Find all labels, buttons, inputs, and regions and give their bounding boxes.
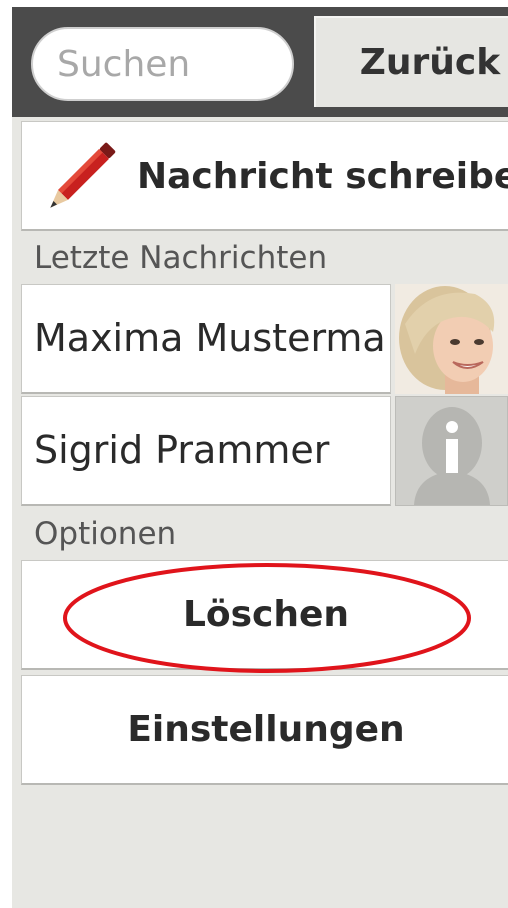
- back-button[interactable]: Zurück: [314, 16, 508, 107]
- search-input[interactable]: [31, 27, 294, 101]
- compose-label: Nachricht schreiben: [137, 155, 508, 197]
- options-heading: Optionen: [34, 516, 177, 552]
- woman-photo-icon: [395, 284, 508, 394]
- recent-messages-heading: Letzte Nachrichten: [34, 240, 328, 276]
- person-silhouette-icon: [396, 397, 507, 505]
- pencil-icon: [50, 142, 116, 208]
- compose-message-button[interactable]: Nachricht schreiben: [21, 121, 508, 231]
- contact-name: Sigrid Prammer: [34, 428, 330, 472]
- contact-photo[interactable]: [395, 284, 508, 394]
- contact-row[interactable]: Sigrid Prammer: [21, 396, 391, 506]
- default-person-icon[interactable]: [395, 396, 508, 506]
- contact-row[interactable]: Maxima Musterma: [21, 284, 391, 394]
- top-bar: Zurück: [12, 7, 508, 117]
- settings-button[interactable]: Einstellungen: [21, 675, 508, 785]
- app-screen: Zurück Nachricht schreiben Letzte Nachri…: [12, 7, 508, 908]
- contact-name: Maxima Musterma: [34, 316, 386, 360]
- delete-button[interactable]: Löschen: [21, 560, 508, 670]
